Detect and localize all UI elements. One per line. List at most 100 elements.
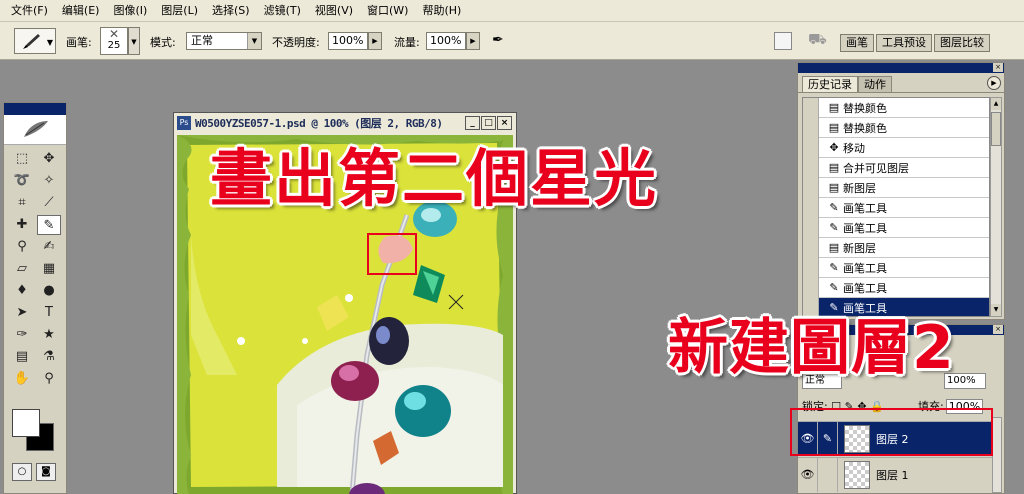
menu-edit[interactable]: 编辑(E) [55, 0, 107, 22]
chevron-down-icon: ▼ [46, 38, 53, 47]
lasso-icon[interactable]: ➰ [10, 171, 34, 191]
scroll-up-icon[interactable]: ▲ [991, 98, 1001, 110]
tab-brushes[interactable]: 画笔 [840, 34, 874, 52]
notes-icon[interactable]: ▤ [10, 347, 34, 367]
history-snapshot-checkbox[interactable] [803, 157, 819, 178]
menu-image[interactable]: 图像(I) [106, 0, 154, 22]
foreground-color-swatch[interactable] [12, 409, 40, 437]
tab-layer-comps[interactable]: 图层比较 [934, 34, 990, 52]
airbrush-icon[interactable]: ✒ [492, 32, 514, 50]
tab-actions[interactable]: 动作 [858, 76, 892, 92]
document-icon: Ps [177, 116, 191, 130]
layers-scrollbar[interactable] [992, 417, 1002, 493]
history-item[interactable]: ✥ 移动 [803, 137, 989, 158]
blur-icon[interactable]: ♦ [10, 281, 34, 301]
file-browser-icon[interactable] [774, 32, 792, 50]
brush-size-picker[interactable]: ✕ 25 [100, 27, 128, 55]
history-item[interactable]: ✎ 画笔工具 [803, 197, 989, 218]
history-item[interactable]: ▤ 替换颜色 [803, 98, 989, 118]
palette-well-icon[interactable]: ⛟ [808, 30, 830, 52]
history-snapshot-checkbox[interactable] [803, 277, 819, 298]
crop-icon[interactable]: ⌗ [10, 193, 34, 213]
hand-icon[interactable]: ✋ [10, 369, 34, 389]
menu-bar: 文件(F) 编辑(E) 图像(I) 图层(L) 选择(S) 滤镜(T) 视图(V… [0, 0, 1024, 22]
tab-history[interactable]: 历史记录 [802, 76, 858, 92]
history-item[interactable]: ▤ 替换颜色 [803, 117, 989, 138]
history-item-label: 画笔工具 [843, 281, 887, 295]
eyedropper-icon[interactable]: ⚗ [37, 347, 61, 367]
menu-select[interactable]: 选择(S) [205, 0, 257, 22]
history-item[interactable]: ▤ 新图层 [803, 237, 989, 258]
clone-stamp-icon[interactable]: ⚲ [10, 237, 34, 257]
history-item[interactable]: ▤ 新图层 [803, 177, 989, 198]
flow-input[interactable]: 100% [426, 32, 466, 50]
history-item[interactable]: ✎ 画笔工具 [803, 217, 989, 238]
tab-tool-presets[interactable]: 工具预设 [876, 34, 932, 52]
close-icon[interactable]: × [993, 325, 1003, 334]
maximize-button[interactable]: □ [481, 116, 496, 130]
layer-row[interactable]: 👁 图层 1 [798, 457, 994, 492]
tool-preset-picker[interactable]: ▼ [14, 28, 56, 54]
mode-select[interactable]: 正常 ▼ [186, 32, 262, 50]
history-item[interactable]: ✎ 画笔工具 [803, 257, 989, 278]
history-item[interactable]: ✎ 画笔工具 [803, 277, 989, 298]
menu-file[interactable]: 文件(F) [4, 0, 55, 22]
panel-menu-icon[interactable]: ▶ [987, 76, 1001, 90]
type-icon[interactable]: T [37, 303, 61, 323]
eraser-icon[interactable]: ▱ [10, 259, 34, 279]
shape-icon[interactable]: ★ [37, 325, 61, 345]
quick-mask-mode-icon[interactable]: ◙ [36, 463, 56, 481]
dodge-icon[interactable]: ● [37, 281, 61, 301]
document-icon: ▤ [828, 181, 840, 194]
history-snapshot-checkbox[interactable] [803, 177, 819, 198]
history-item[interactable]: ▤ 合并可见图层 [803, 157, 989, 178]
marquee-icon[interactable]: ⬚ [10, 149, 34, 169]
minimize-button[interactable]: _ [465, 116, 480, 130]
mode-value: 正常 [191, 34, 213, 47]
tool-grid: ⬚ ✥ ➰ ✧ ⌗ ⟋ ✚ ✎ ⚲ ✍ ▱ ▦ ♦ ● ➤ T ✑ ★ ▤ ⚗ … [10, 149, 62, 389]
chevron-down-icon: ▼ [247, 33, 261, 49]
history-brush-icon[interactable]: ✍ [37, 237, 61, 257]
opacity-slider-button[interactable]: ▶ [368, 32, 382, 50]
standard-mode-icon[interactable]: ○ [12, 463, 32, 481]
history-snapshot-checkbox[interactable] [803, 197, 819, 218]
toolbox-titlebar[interactable] [4, 103, 66, 115]
history-snapshot-checkbox[interactable] [803, 137, 819, 158]
panel-titlebar[interactable]: × [798, 63, 1004, 73]
opacity-input[interactable]: 100% [328, 32, 368, 50]
toolbox: ⬚ ✥ ➰ ✧ ⌗ ⟋ ✚ ✎ ⚲ ✍ ▱ ▦ ♦ ● ➤ T ✑ ★ ▤ ⚗ … [3, 102, 67, 494]
zoom-icon[interactable]: ⚲ [37, 369, 61, 389]
history-snapshot-checkbox[interactable] [803, 217, 819, 238]
slice-icon[interactable]: ⟋ [37, 193, 61, 213]
gradient-icon[interactable]: ▦ [37, 259, 61, 279]
close-button[interactable]: × [497, 116, 512, 130]
quick-mask-modes: ○ ◙ [12, 463, 56, 481]
menu-filter[interactable]: 滤镜(T) [257, 0, 308, 22]
history-snapshot-checkbox[interactable] [803, 237, 819, 258]
menu-view[interactable]: 视图(V) [308, 0, 360, 22]
scroll-down-icon[interactable]: ▼ [991, 304, 1001, 316]
history-snapshot-checkbox[interactable] [803, 98, 819, 118]
menu-help[interactable]: 帮助(H) [415, 0, 468, 22]
magic-wand-icon[interactable]: ✧ [37, 171, 61, 191]
photoshop-feather-logo[interactable] [4, 115, 66, 145]
history-scrollbar[interactable]: ▲ ▼ [990, 97, 1002, 317]
history-snapshot-checkbox[interactable] [803, 257, 819, 278]
healing-brush-icon[interactable]: ✚ [10, 215, 34, 235]
brush-tool-icon[interactable]: ✎ [37, 215, 61, 235]
document-titlebar[interactable]: Ps W0500YZSE057-1.psd @ 100% (图层 2, RGB/… [174, 113, 516, 133]
history-tabs: 历史记录 动作 ▶ [798, 73, 1004, 93]
menu-window[interactable]: 窗口(W) [360, 0, 415, 22]
menu-layer[interactable]: 图层(L) [154, 0, 205, 22]
scroll-thumb[interactable] [991, 112, 1001, 146]
move-icon[interactable]: ✥ [37, 149, 61, 169]
pen-icon[interactable]: ✑ [10, 325, 34, 345]
history-snapshot-checkbox[interactable] [803, 117, 819, 138]
eye-icon[interactable]: 👁 [798, 457, 818, 492]
path-selection-icon[interactable]: ➤ [10, 303, 34, 323]
brush-size-dropdown[interactable]: ▼ [128, 27, 140, 55]
link-slot[interactable] [818, 457, 838, 492]
palette-well: 画笔 工具预设 图层比较 [840, 34, 992, 54]
flow-slider-button[interactable]: ▶ [466, 32, 480, 50]
close-icon[interactable]: × [993, 63, 1003, 72]
